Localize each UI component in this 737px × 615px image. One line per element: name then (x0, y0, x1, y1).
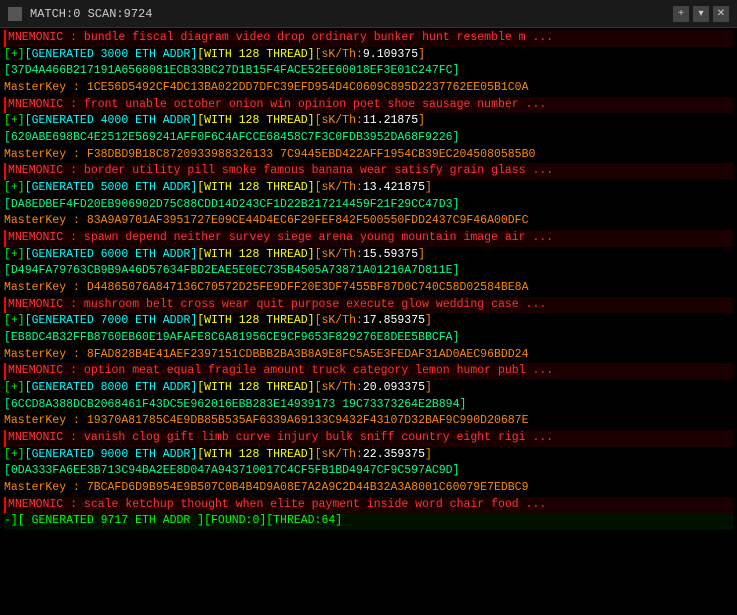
titlebar-controls: + ▾ ✕ (673, 6, 729, 22)
terminal-line-20: MNEMONIC : option meat equal fragile amo… (4, 363, 733, 380)
terminal-line-24: MNEMONIC : vanish clog gift limb curve i… (4, 430, 733, 447)
terminal-line-1: [+][GENERATED 3000 ETH ADDR][WITH 128 TH… (4, 47, 733, 64)
terminal-line-27: MasterKey : 7BCAFD6D9B954E9B507C0B4B4D9A… (4, 480, 733, 497)
terminal-line-12: MNEMONIC : spawn depend neither survey s… (4, 230, 733, 247)
terminal-line-6: [620ABE698BC4E2512E569241AFF0F6C4AFCCE68… (4, 130, 733, 147)
terminal-line-13: [+][GENERATED 6000 ETH ADDR][WITH 128 TH… (4, 247, 733, 264)
terminal-line-10: [DA8EDBEF4FD20EB906902D75C88CDD14D243CF1… (4, 197, 733, 214)
terminal-line-7: MasterKey : F38DBD9B18C8720933988326133 … (4, 147, 733, 164)
terminal-line-2: [37D4A466B217191A6568081ECB33BC27D1B15F4… (4, 63, 733, 80)
terminal-line-17: [+][GENERATED 7000 ETH ADDR][WITH 128 TH… (4, 313, 733, 330)
terminal-line-4: MNEMONIC : front unable october onion wi… (4, 97, 733, 114)
add-tab-button[interactable]: + (673, 6, 689, 22)
terminal-line-19: MasterKey : 8FAD828B4E41AEF2397151CDBBB2… (4, 347, 733, 364)
titlebar: MATCH:0 SCAN:9724 + ▾ ✕ (0, 0, 737, 28)
terminal-line-16: MNEMONIC : mushroom belt cross wear quit… (4, 297, 733, 314)
terminal-line-9: [+][GENERATED 5000 ETH ADDR][WITH 128 TH… (4, 180, 733, 197)
terminal-line-3: MasterKey : 1CE56D5492CF4DC13BA022DD7DFC… (4, 80, 733, 97)
terminal-line-18: [EB8DC4B32FFB8760EB60E19AFAFE8C6A81956CE… (4, 330, 733, 347)
terminal-line-8: MNEMONIC : border utility pill smoke fam… (4, 163, 733, 180)
terminal-line-0: MNEMONIC : bundle fiscal diagram video d… (4, 30, 733, 47)
terminal-line-11: MasterKey : 83A9A9701AF3951727E09CE44D4E… (4, 213, 733, 230)
dropdown-button[interactable]: ▾ (693, 6, 709, 22)
terminal-line-26: [0DA333FA6EE3B713C94BA2EE8D047A943710017… (4, 463, 733, 480)
terminal-line-29: -][ GENERATED 9717 ETH ADDR ][FOUND:0][T… (4, 513, 733, 530)
terminal-line-15: MasterKey : D44865076A847136C70572D25FE9… (4, 280, 733, 297)
close-button[interactable]: ✕ (713, 6, 729, 22)
terminal-line-25: [+][GENERATED 9000 ETH ADDR][WITH 128 TH… (4, 447, 733, 464)
terminal: MNEMONIC : bundle fiscal diagram video d… (0, 28, 737, 615)
terminal-icon (8, 7, 22, 21)
terminal-line-5: [+][GENERATED 4000 ETH ADDR][WITH 128 TH… (4, 113, 733, 130)
terminal-line-14: [D494FA79763CB9B9A46D57634FBD2EAE5E0EC73… (4, 263, 733, 280)
terminal-line-21: [+][GENERATED 8000 ETH ADDR][WITH 128 TH… (4, 380, 733, 397)
titlebar-title: MATCH:0 SCAN:9724 (30, 7, 665, 21)
terminal-line-28: MNEMONIC : scale ketchup thought when el… (4, 497, 733, 514)
terminal-line-22: [6CCD8A388DCB2068461F43DC5E962016EBB283E… (4, 397, 733, 414)
terminal-line-23: MasterKey : 19370A81785C4E9DB85B535AF633… (4, 413, 733, 430)
